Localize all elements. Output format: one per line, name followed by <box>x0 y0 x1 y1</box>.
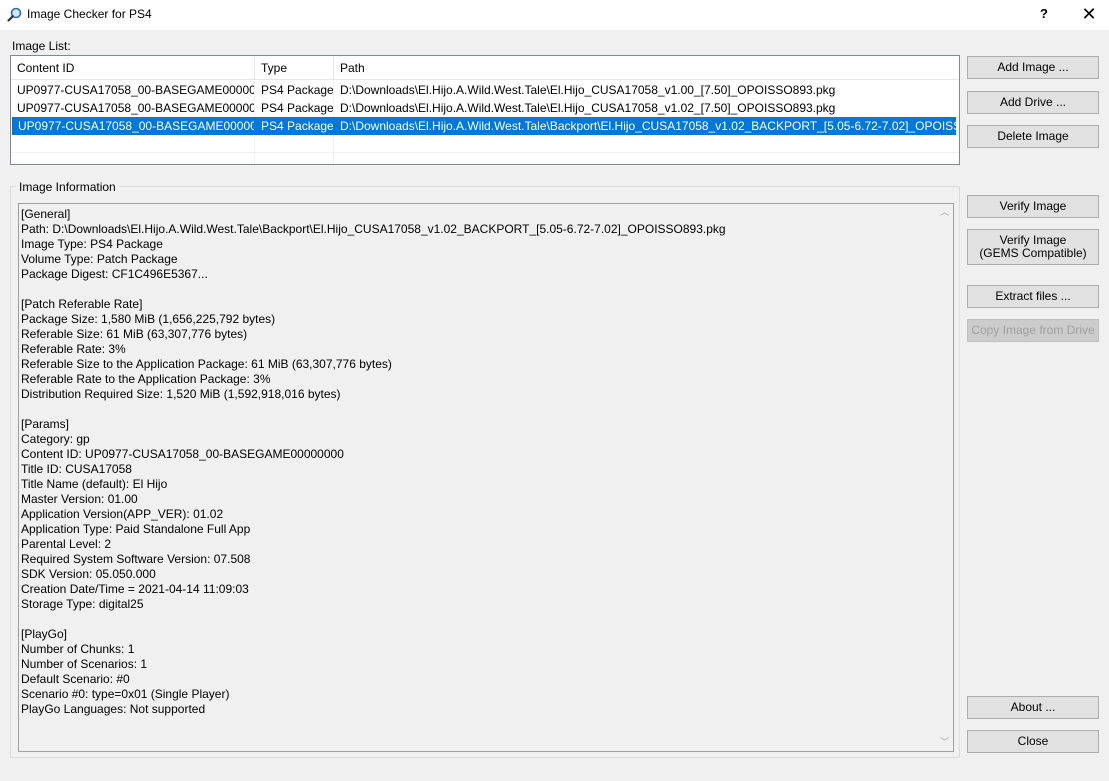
image-information-textbox[interactable]: [General] Path: D:\Downloads\El.Hijo.A.W… <box>18 203 954 752</box>
image-list-header: Content ID Type Path <box>11 56 959 80</box>
add-drive-button[interactable]: Add Drive ... <box>967 91 1099 114</box>
table-row-selected[interactable]: UP0977-CUSA17058_00-BASEGAME00000000 PS4… <box>12 117 956 135</box>
cell-type: PS4 Package <box>255 117 334 135</box>
image-information-label: Image Information <box>16 180 119 194</box>
scroll-up-arrow-icon[interactable]: ︿ <box>936 204 953 221</box>
about-button[interactable]: About ... <box>967 696 1099 719</box>
column-header-content-id[interactable]: Content ID <box>11 56 255 80</box>
cell-path: D:\Downloads\El.Hijo.A.Wild.West.Tale\Ba… <box>340 119 956 133</box>
vertical-scrollbar[interactable]: ︿ ﹀ <box>936 204 953 751</box>
scroll-down-arrow-icon[interactable]: ﹀ <box>936 734 953 751</box>
verify-image-button[interactable]: Verify Image <box>967 195 1099 218</box>
copy-image-from-drive-button: Copy Image from Drive <box>967 319 1099 342</box>
column-header-type[interactable]: Type <box>255 56 334 80</box>
column-header-path[interactable]: Path <box>334 56 959 80</box>
empty-cell <box>255 153 334 164</box>
cell-content-id: UP0977-CUSA17058_00-BASEGAME00000000 <box>11 81 255 99</box>
help-button[interactable]: ? <box>1021 0 1067 30</box>
magnifier-app-icon <box>7 7 22 22</box>
empty-row <box>11 135 959 153</box>
cell-type: PS4 Package <box>255 99 334 117</box>
verify-gems-line2: (GEMS Compatible) <box>979 246 1087 260</box>
cell-type: PS4 Package <box>255 81 334 99</box>
table-row[interactable]: UP0977-CUSA17058_00-BASEGAME00000000 PS4… <box>11 81 959 99</box>
extract-files-button[interactable]: Extract files ... <box>967 285 1099 308</box>
image-information-text: [General] Path: D:\Downloads\El.Hijo.A.W… <box>21 207 726 716</box>
close-button[interactable]: Close <box>967 730 1099 753</box>
table-row[interactable]: UP0977-CUSA17058_00-BASEGAME00000000 PS4… <box>11 99 959 117</box>
delete-image-button[interactable]: Delete Image <box>967 125 1099 148</box>
window-close-button[interactable]: ✕ <box>1066 0 1109 30</box>
title-bar: Image Checker for PS4 ? ✕ <box>0 0 1109 30</box>
add-image-button[interactable]: Add Image ... <box>967 56 1099 79</box>
image-list[interactable]: Content ID Type Path UP0977-CUSA17058_00… <box>10 55 960 165</box>
empty-row <box>11 153 959 164</box>
verify-image-gems-button[interactable]: Verify Image (GEMS Compatible) <box>967 229 1099 265</box>
empty-cell <box>11 153 255 164</box>
image-list-label: Image List: <box>12 39 71 53</box>
cell-path: D:\Downloads\El.Hijo.A.Wild.West.Tale\El… <box>340 101 836 115</box>
window-title: Image Checker for PS4 <box>27 7 152 21</box>
cell-content-id: UP0977-CUSA17058_00-BASEGAME00000000 <box>11 99 255 117</box>
cell-path: D:\Downloads\El.Hijo.A.Wild.West.Tale\El… <box>340 83 836 97</box>
empty-cell <box>11 135 255 153</box>
empty-cell <box>255 135 334 153</box>
cell-content-id: UP0977-CUSA17058_00-BASEGAME00000000 <box>12 117 255 135</box>
